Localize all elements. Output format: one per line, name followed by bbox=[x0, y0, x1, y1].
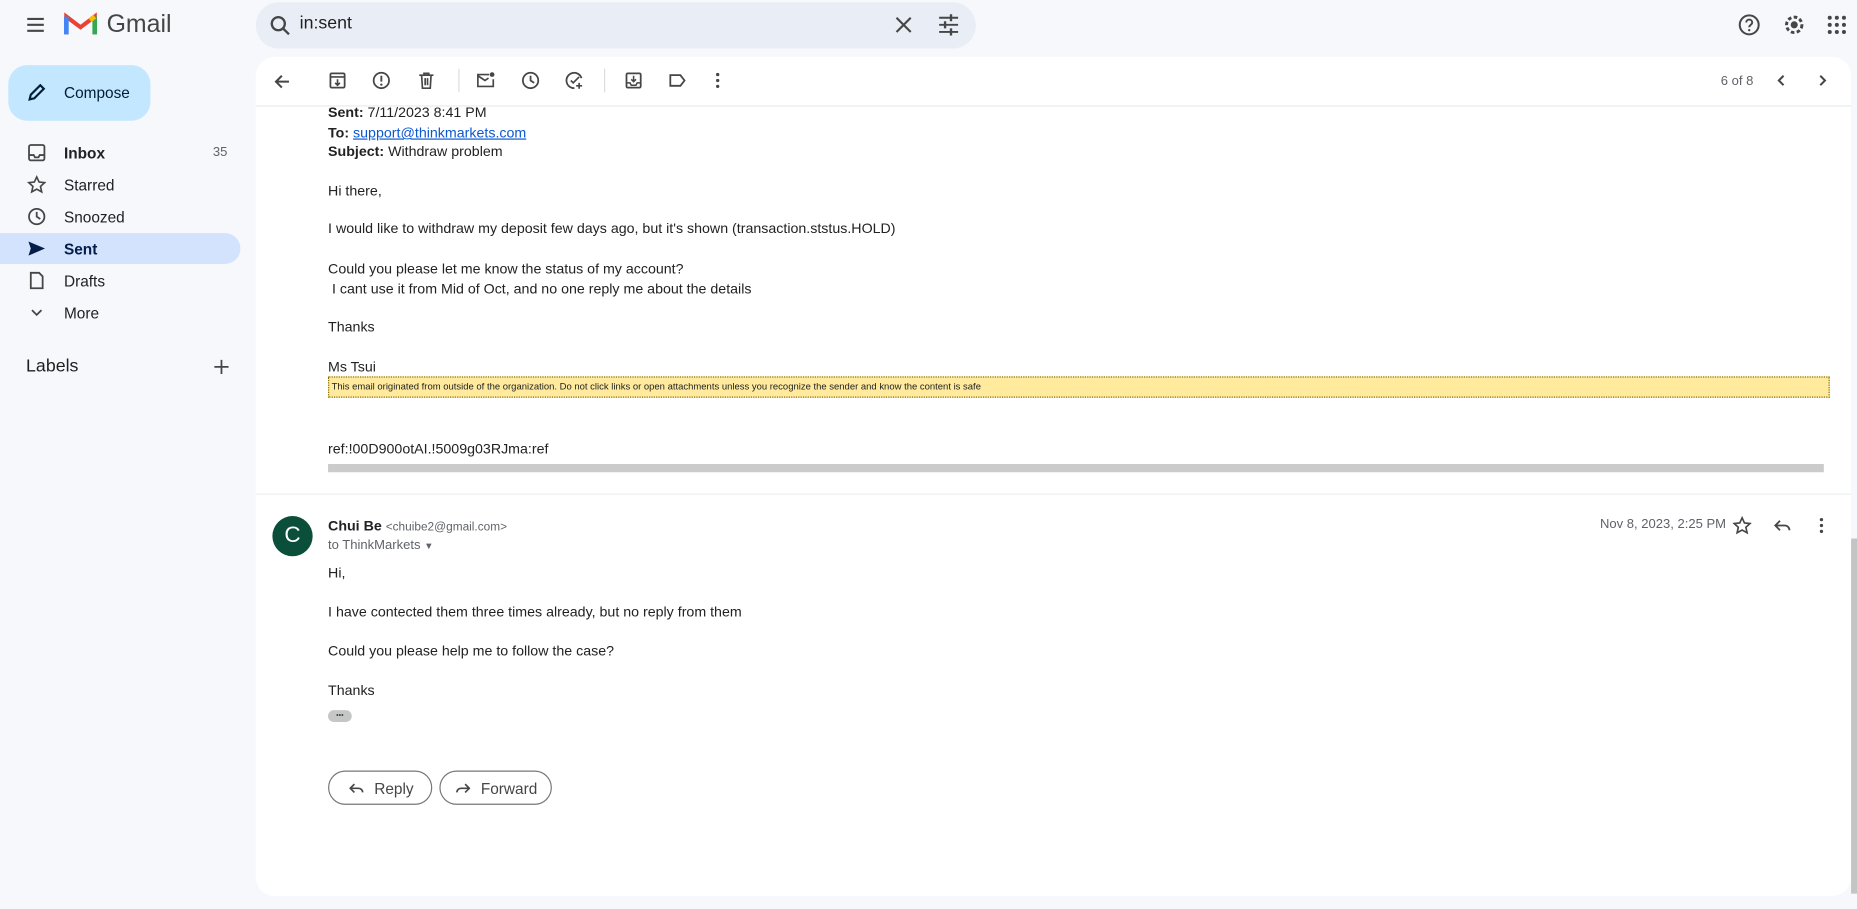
sidebar-item-starred[interactable]: Starred bbox=[0, 169, 240, 200]
sidebar-item-label: Starred bbox=[63, 176, 115, 195]
star-icon bbox=[27, 175, 47, 194]
labels-heading: Labels bbox=[26, 356, 79, 377]
chevron-down-icon bbox=[27, 303, 46, 322]
recipient-details[interactable]: to ThinkMarkets ▼ bbox=[328, 539, 433, 553]
more-vertical-icon[interactable] bbox=[1812, 516, 1836, 540]
reply-arrow-icon[interactable] bbox=[1773, 516, 1797, 540]
external-email-warning: This email originated from outside of th… bbox=[328, 376, 1830, 398]
message-date: Nov 8, 2023, 2:25 PM bbox=[1599, 517, 1727, 532]
body-line: Thanks bbox=[328, 681, 375, 699]
forward-label: Forward bbox=[480, 779, 538, 798]
body-line: Could you please let me know the status … bbox=[328, 260, 684, 277]
toolbar-separator bbox=[458, 68, 460, 93]
sender-name[interactable]: Chui Be bbox=[328, 517, 382, 534]
pagination-count: 6 of 8 bbox=[1720, 74, 1754, 89]
subject-value: Withdraw problem bbox=[388, 143, 503, 160]
main-menu-icon[interactable] bbox=[24, 13, 48, 37]
signature: Ms Tsui bbox=[328, 358, 376, 376]
clock-icon bbox=[27, 207, 46, 226]
quoted-to-line: To: support@thinkmarkets.com bbox=[328, 124, 526, 141]
caret-down-icon: ▼ bbox=[424, 540, 434, 552]
reply-icon bbox=[348, 780, 372, 804]
sender-email: <chuibe2@gmail.com> bbox=[385, 520, 508, 534]
draft-icon bbox=[27, 271, 46, 290]
sidebar-item-label: Sent bbox=[63, 240, 98, 259]
reference-id: ref:!00D900otAI.!5009g03RJma:ref bbox=[328, 440, 549, 457]
search-icon[interactable] bbox=[269, 14, 293, 38]
clear-search-icon[interactable] bbox=[893, 14, 917, 38]
newer-chevron-left-icon[interactable] bbox=[1773, 72, 1797, 96]
message-divider bbox=[255, 493, 1852, 495]
snooze-clock-icon[interactable] bbox=[521, 71, 545, 95]
label-tag-icon[interactable] bbox=[668, 71, 692, 95]
report-spam-icon[interactable] bbox=[372, 71, 396, 95]
body-line: Thanks bbox=[328, 318, 375, 335]
toolbar-separator bbox=[603, 68, 606, 93]
reply-label: Reply bbox=[374, 779, 414, 798]
search-options-icon[interactable] bbox=[937, 13, 961, 37]
sidebar-item-drafts[interactable]: Drafts bbox=[0, 265, 240, 296]
pencil-icon bbox=[26, 82, 50, 106]
search-bar[interactable] bbox=[255, 2, 976, 49]
sidebar-item-sent[interactable]: Sent bbox=[0, 233, 241, 264]
body-line: Hi there, bbox=[328, 182, 382, 199]
gmail-logo[interactable] bbox=[63, 11, 98, 37]
sent-label: Sent: bbox=[328, 104, 364, 121]
to-label: To: bbox=[328, 124, 350, 141]
toolbar-divider bbox=[255, 105, 1852, 107]
sidebar-item-more[interactable]: More bbox=[0, 297, 240, 328]
sidebar-item-snoozed[interactable]: Snoozed bbox=[0, 201, 240, 232]
archive-icon[interactable] bbox=[328, 71, 352, 95]
body-line: Hi, bbox=[328, 564, 346, 582]
quoted-sent-line: Sent: 7/11/2023 8:41 PM bbox=[328, 104, 487, 121]
delete-trash-icon[interactable] bbox=[417, 71, 441, 95]
recipient-email-link[interactable]: support@thinkmarkets.com bbox=[353, 124, 526, 141]
older-chevron-right-icon[interactable] bbox=[1814, 72, 1838, 96]
inbox-count: 35 bbox=[212, 145, 228, 160]
compose-label: Compose bbox=[63, 84, 130, 102]
sidebar-item-label: Snoozed bbox=[63, 208, 125, 227]
back-arrow-icon[interactable] bbox=[271, 71, 295, 95]
search-input[interactable]: in:sent bbox=[300, 13, 352, 33]
reply-button[interactable]: Reply bbox=[328, 770, 433, 805]
sidebar-item-label: More bbox=[63, 304, 100, 322]
sidebar-item-label: Inbox bbox=[63, 144, 106, 163]
move-to-icon[interactable] bbox=[624, 71, 648, 95]
send-icon bbox=[27, 239, 46, 258]
add-task-icon[interactable] bbox=[565, 71, 589, 95]
star-icon[interactable] bbox=[1732, 516, 1757, 540]
add-label-icon[interactable] bbox=[212, 357, 236, 381]
sent-value: 7/11/2023 8:41 PM bbox=[367, 104, 487, 121]
settings-gear-icon[interactable] bbox=[1782, 13, 1806, 37]
horizontal-rule bbox=[328, 463, 1824, 473]
quoted-subject-line: Subject: Withdraw problem bbox=[328, 143, 503, 160]
app-name: Gmail bbox=[106, 10, 172, 38]
help-icon[interactable] bbox=[1737, 13, 1761, 37]
recipient-text: to ThinkMarkets bbox=[328, 538, 421, 553]
forward-icon bbox=[455, 780, 479, 804]
forward-button[interactable]: Forward bbox=[439, 770, 552, 805]
sender: Chui Be <chuibe2@gmail.com> bbox=[328, 517, 507, 534]
show-trimmed-content-button[interactable]: ••• bbox=[328, 710, 352, 722]
body-line: Could you please help me to follow the c… bbox=[328, 642, 615, 660]
mark-unread-icon[interactable] bbox=[476, 71, 500, 95]
body-line: I cant use it from Mid of Oct, and no on… bbox=[328, 280, 752, 298]
body-line: I have contected them three times alread… bbox=[328, 603, 742, 621]
inbox-icon bbox=[27, 143, 46, 162]
more-vertical-icon[interactable] bbox=[708, 71, 732, 95]
subject-label: Subject: bbox=[328, 143, 385, 160]
body-line: I would like to withdraw my deposit few … bbox=[328, 220, 896, 237]
apps-grid-icon[interactable] bbox=[1826, 14, 1850, 38]
sidebar-item-inbox[interactable]: Inbox 35 bbox=[0, 137, 240, 168]
scrollbar[interactable] bbox=[1851, 538, 1857, 894]
avatar[interactable]: C bbox=[272, 516, 313, 557]
sidebar-item-label: Drafts bbox=[63, 272, 106, 290]
